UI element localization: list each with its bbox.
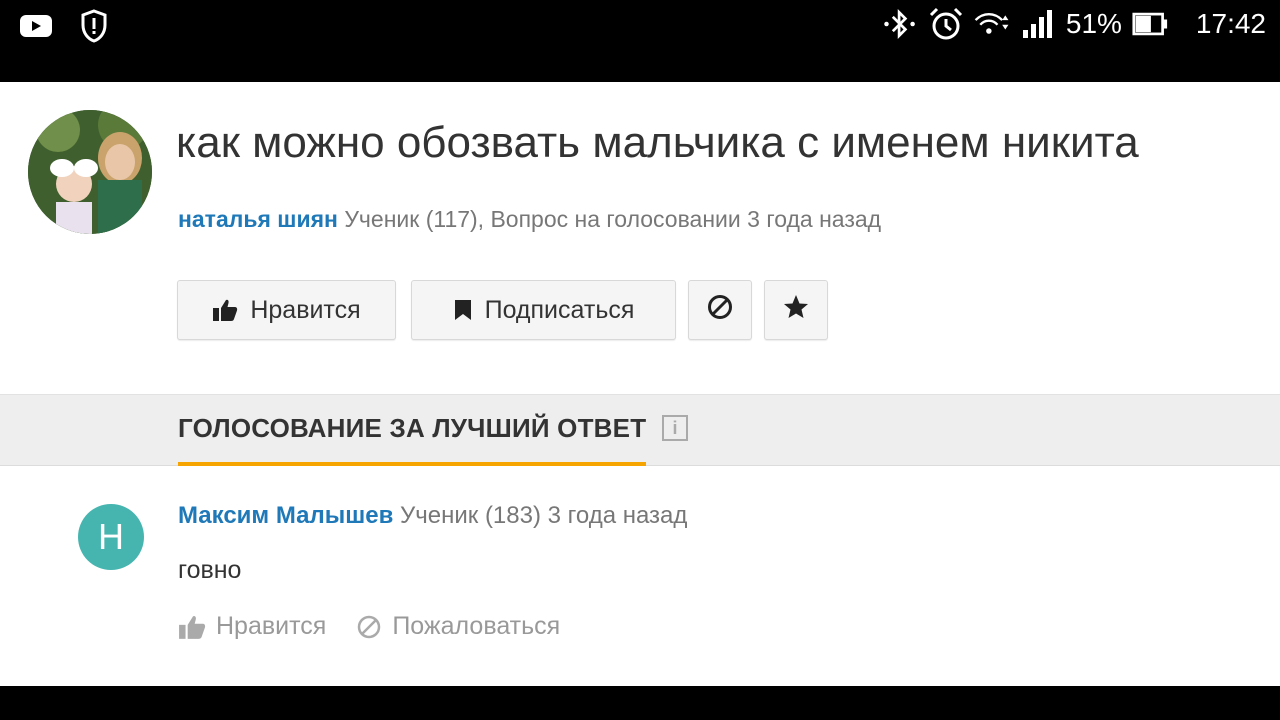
answer-author-link[interactable]: Максим Малышев bbox=[178, 502, 393, 529]
navigation-bar bbox=[0, 686, 1280, 720]
alert-shield-icon bbox=[76, 8, 112, 44]
voting-title-underline bbox=[178, 462, 646, 466]
answer-actions: Нравится Пожаловаться bbox=[178, 612, 590, 641]
author-avatar[interactable] bbox=[28, 110, 152, 234]
subscribe-button[interactable]: Подписаться bbox=[411, 280, 676, 340]
answer-text: говно bbox=[178, 556, 242, 584]
question-title: как можно обозвать мальчика с именем ник… bbox=[176, 118, 1139, 167]
thumbs-up-icon bbox=[212, 298, 238, 322]
block-button[interactable] bbox=[688, 280, 752, 340]
thumbs-up-icon bbox=[179, 615, 206, 639]
wifi-icon bbox=[974, 6, 1010, 42]
answer-meta-text: Ученик (183) 3 года назад bbox=[400, 502, 688, 529]
question-author-link[interactable]: наталья шиян bbox=[178, 206, 338, 232]
answer-report-button[interactable]: Пожаловаться bbox=[356, 612, 560, 641]
battery-percent: 51% bbox=[1065, 8, 1122, 39]
page-content: как можно обозвать мальчика с именем ник… bbox=[0, 82, 1280, 686]
answer-author-avatar[interactable]: Н bbox=[78, 504, 144, 570]
answer-like-label: Нравится bbox=[216, 612, 327, 640]
block-icon bbox=[707, 294, 733, 327]
answer-report-label: Пожаловаться bbox=[392, 612, 561, 640]
like-button-label: Нравится bbox=[250, 295, 361, 324]
answer-like-button[interactable]: Нравится bbox=[178, 612, 326, 641]
status-bar: 51% 17:42 bbox=[0, 0, 1280, 82]
favorite-button[interactable] bbox=[764, 280, 828, 340]
alarm-icon bbox=[928, 6, 964, 42]
youtube-icon bbox=[18, 8, 54, 44]
bookmark-icon bbox=[453, 299, 473, 321]
battery-icon bbox=[1132, 6, 1168, 42]
question-meta-text: Ученик (117), Вопрос на голосовании 3 го… bbox=[344, 206, 882, 232]
question-meta: наталья шиян Ученик (117), Вопрос на гол… bbox=[178, 206, 881, 233]
block-icon bbox=[358, 615, 381, 638]
voting-section-header: ГОЛОСОВАНИЕ ЗА ЛУЧШИЙ ОТВЕТ i bbox=[0, 394, 1280, 466]
like-button[interactable]: Нравится bbox=[177, 280, 396, 340]
signal-icon bbox=[1020, 6, 1056, 42]
star-icon bbox=[783, 294, 809, 327]
subscribe-button-label: Подписаться bbox=[484, 295, 635, 324]
bluetooth-icon bbox=[882, 6, 918, 42]
voting-title: ГОЛОСОВАНИЕ ЗА ЛУЧШИЙ ОТВЕТ bbox=[178, 413, 647, 443]
clock: 17:42 bbox=[1195, 8, 1266, 39]
info-icon[interactable]: i bbox=[662, 415, 688, 441]
answer-meta: Максим Малышев Ученик (183) 3 года назад bbox=[178, 502, 687, 530]
